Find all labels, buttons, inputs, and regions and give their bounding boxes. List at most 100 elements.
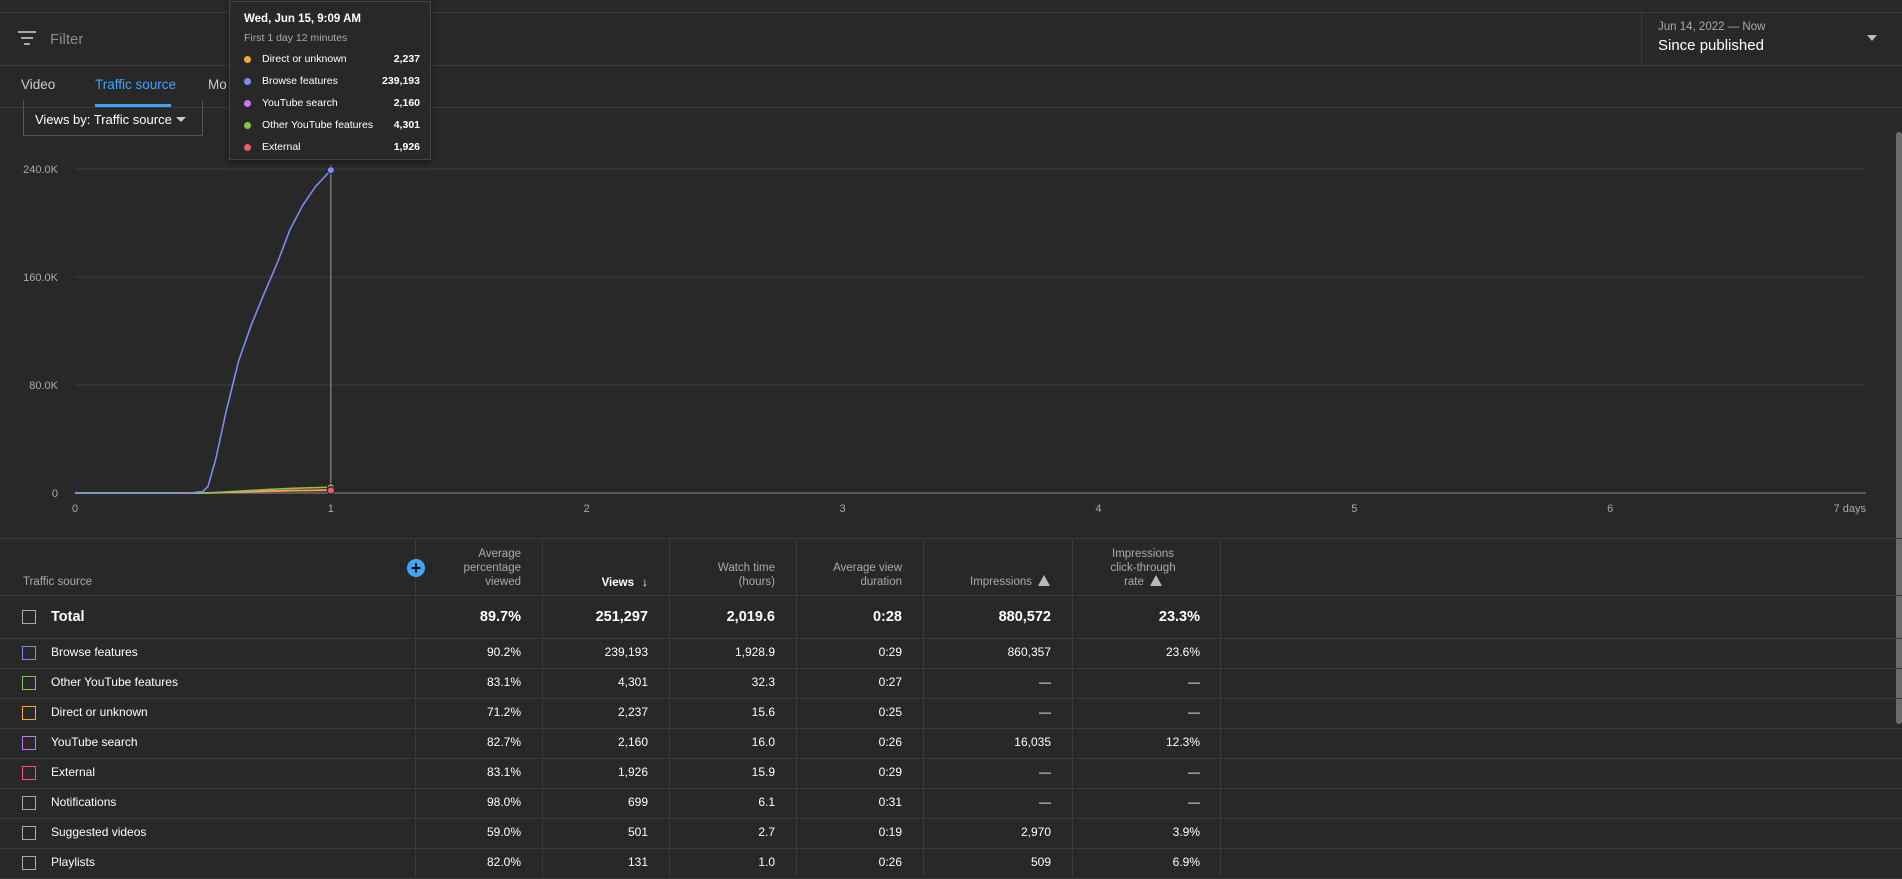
cell-views: 2,160 — [617, 735, 648, 749]
cell-views: 699 — [627, 795, 648, 809]
row-checkbox[interactable] — [22, 736, 36, 750]
header-watch-time[interactable]: Watch time (hours) — [683, 561, 775, 589]
header-avg-percentage[interactable]: Average percentage viewed — [430, 547, 521, 589]
row-name: Other YouTube features — [51, 675, 178, 689]
tab-video[interactable]: Video — [21, 77, 55, 92]
cell-avg-pct: 71.2% — [486, 705, 521, 719]
legend-dot — [244, 56, 251, 63]
legend-dot — [244, 100, 251, 107]
cell-impressions: — — [1039, 705, 1051, 719]
series-line — [75, 169, 332, 494]
row-checkbox[interactable] — [22, 646, 36, 660]
cell-views: 239,193 — [604, 645, 648, 659]
tooltip-row-name: YouTube search — [262, 97, 338, 109]
cell-avg-pct: 90.2% — [486, 645, 521, 659]
x-tick-label: 7 days — [1834, 503, 1867, 515]
x-tick-label: 2 — [584, 503, 590, 515]
cell-avg-pct: 89.7% — [479, 609, 521, 625]
tooltip-row: Direct or unknown 2,237 — [244, 52, 420, 68]
cell-avg-pct: 83.1% — [486, 765, 521, 779]
filter-icon[interactable] — [18, 31, 36, 45]
hover-point — [326, 486, 335, 495]
tooltip-row-value: 2,237 — [393, 53, 420, 65]
cell-impressions: 2,970 — [1020, 825, 1051, 839]
cell-watch-time: 15.9 — [751, 765, 775, 779]
table-row: External 83.1% 1,926 15.9 0:29 — — — [0, 759, 1902, 789]
tooltip-row-value: 4,301 — [393, 119, 420, 131]
tab-more[interactable]: Mo — [208, 77, 227, 92]
header-views[interactable]: Views ↓ — [556, 575, 648, 590]
add-column-button[interactable]: + — [407, 559, 425, 577]
cell-avg-duration: 0:26 — [878, 855, 902, 869]
row-checkbox[interactable] — [22, 856, 36, 870]
tooltip-row: External 1,926 — [244, 140, 420, 156]
cell-impressions: 860,357 — [1007, 645, 1051, 659]
cell-avg-pct: 59.0% — [486, 825, 521, 839]
cell-views: 2,237 — [617, 705, 648, 719]
cell-impressions: 509 — [1030, 855, 1051, 869]
cell-impressions: — — [1039, 765, 1051, 779]
date-range-title: Since published — [1658, 37, 1764, 54]
views-by-label: Views by: Traffic source — [35, 112, 172, 127]
y-tick-label: 160.0K — [23, 272, 59, 284]
filter-input[interactable]: Filter — [50, 31, 83, 48]
chevron-down-icon — [176, 117, 186, 122]
tooltip-row: Browse features 239,193 — [244, 74, 420, 90]
warning-icon[interactable] — [1149, 575, 1162, 586]
cell-views: 1,926 — [617, 765, 648, 779]
total-checkbox[interactable] — [22, 610, 36, 624]
table-row: Direct or unknown 71.2% 2,237 15.6 0:25 — — — [0, 699, 1902, 729]
tooltip-subtitle: First 1 day 12 minutes — [244, 32, 348, 44]
tooltip-row-name: External — [262, 141, 301, 153]
legend-dot — [244, 144, 251, 151]
row-checkbox[interactable] — [22, 766, 36, 780]
cell-avg-duration: 0:19 — [878, 825, 902, 839]
cell-watch-time: 2,019.6 — [726, 609, 775, 625]
header-ctr[interactable]: Impressions click-through rate — [1086, 547, 1200, 589]
cell-avg-duration: 0:28 — [872, 609, 902, 625]
cell-ctr: — — [1188, 795, 1200, 809]
cell-ctr: 23.3% — [1158, 609, 1200, 625]
cell-ctr: 3.9% — [1172, 825, 1200, 839]
cell-avg-duration: 0:27 — [878, 675, 902, 689]
table-row: Suggested videos 59.0% 501 2.7 0:19 2,970 3.9% — [0, 819, 1902, 849]
cell-avg-pct: 82.7% — [486, 735, 521, 749]
tooltip-title: Wed, Jun 15, 9:09 AM — [244, 13, 361, 25]
cell-avg-duration: 0:26 — [878, 735, 902, 749]
cell-ctr: — — [1188, 705, 1200, 719]
row-name: Notifications — [51, 795, 117, 809]
cell-watch-time: 16.0 — [751, 735, 775, 749]
cell-views: 501 — [627, 825, 648, 839]
x-tick-label: 4 — [1095, 503, 1101, 515]
views-by-select[interactable]: Views by: Traffic source — [23, 100, 203, 136]
tooltip-row: YouTube search 2,160 — [244, 96, 420, 112]
cell-ctr: — — [1188, 765, 1200, 779]
cell-watch-time: 32.3 — [751, 675, 775, 689]
cell-views: 131 — [627, 855, 648, 869]
cell-views: 251,297 — [595, 609, 648, 625]
row-checkbox[interactable] — [22, 826, 36, 840]
warning-icon[interactable] — [1038, 575, 1050, 586]
table-row: Other YouTube features 83.1% 4,301 32.3 0:27… — [0, 669, 1902, 699]
header-impressions[interactable]: Impressions — [937, 575, 1050, 589]
header-traffic-source[interactable]: Traffic source — [23, 575, 92, 589]
cell-impressions: — — [1039, 675, 1051, 689]
row-checkbox[interactable] — [22, 796, 36, 810]
cell-ctr: 12.3% — [1165, 735, 1200, 749]
cell-avg-pct: 83.1% — [486, 675, 521, 689]
chart-tooltip: Wed, Jun 15, 9:09 AM First 1 day 12 minu… — [229, 1, 431, 160]
tooltip-row-name: Browse features — [262, 75, 338, 87]
row-name: Playlists — [51, 855, 96, 869]
legend-dot — [244, 78, 251, 85]
traffic-line-chart[interactable]: 0 80.0K 160.0K 240.0K 0 1 2 3 4 5 6 7 days — [0, 150, 1902, 530]
row-checkbox[interactable] — [22, 706, 36, 720]
cell-impressions: 880,572 — [998, 609, 1051, 625]
row-checkbox[interactable] — [22, 676, 36, 690]
legend-dot — [244, 122, 251, 129]
header-avg-view-duration[interactable]: Average view duration — [810, 561, 902, 589]
tab-traffic-source[interactable]: Traffic source — [95, 77, 176, 92]
row-name: Total — [51, 609, 85, 625]
tooltip-row-value: 239,193 — [382, 75, 420, 87]
date-range-picker[interactable]: Jun 14, 2022 — Now Since published — [1641, 13, 1902, 65]
cell-avg-pct: 82.0% — [486, 855, 521, 869]
